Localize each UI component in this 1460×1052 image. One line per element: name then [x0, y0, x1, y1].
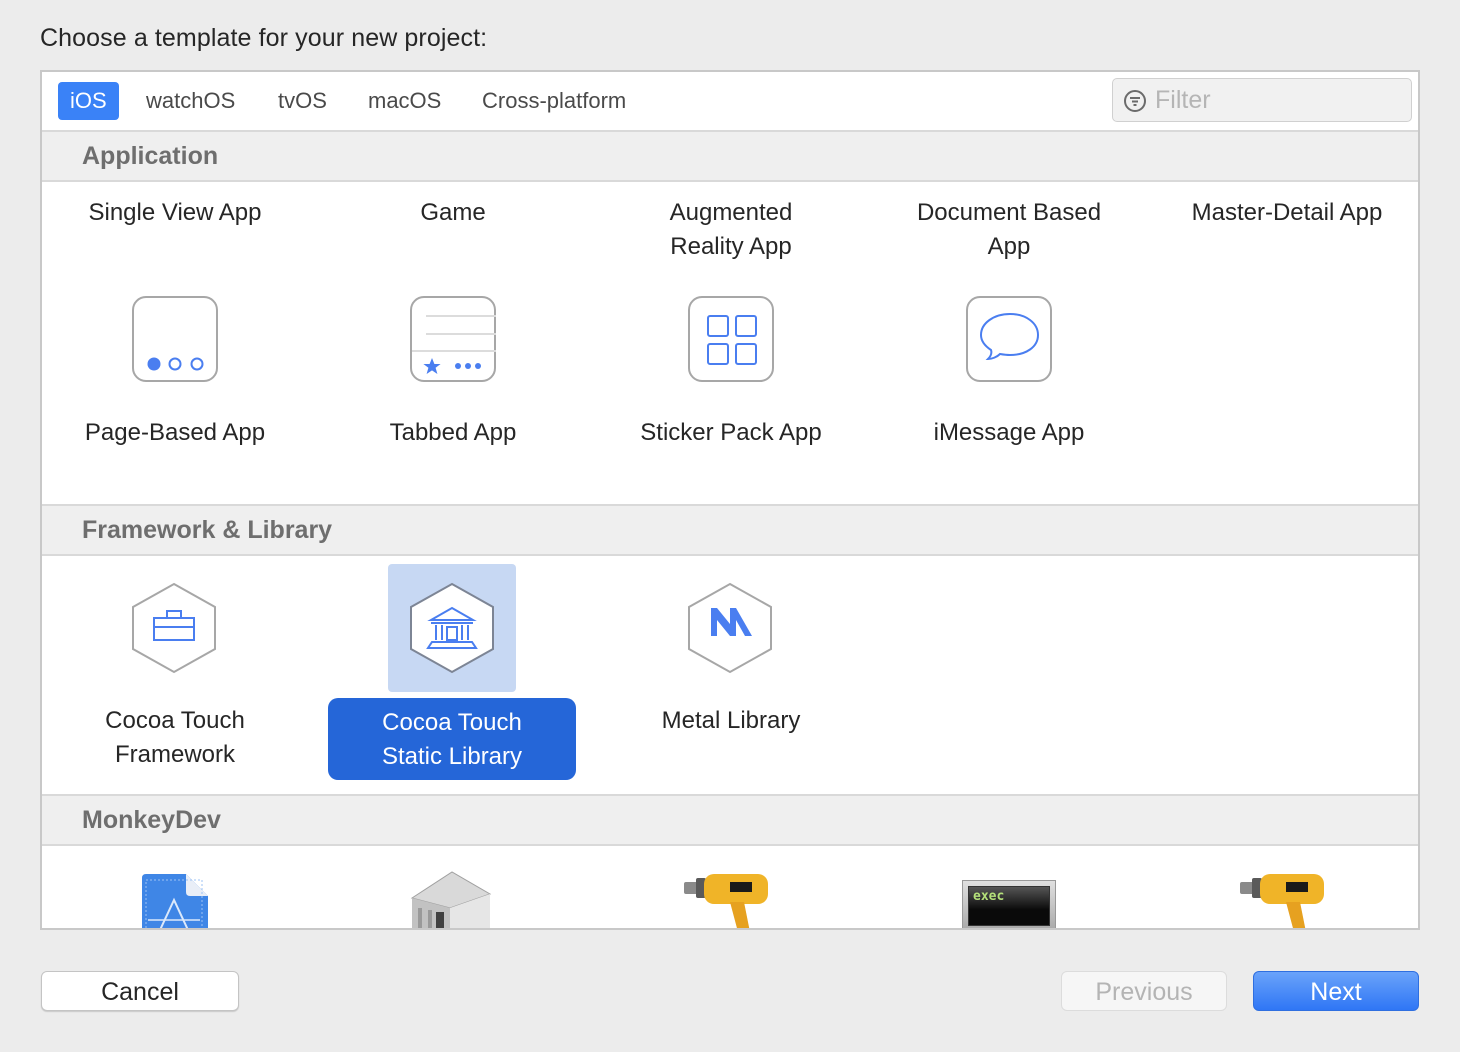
drill-icon[interactable]	[1238, 872, 1330, 930]
template-label: Tabbed App	[389, 419, 517, 446]
section-title: Application	[82, 142, 219, 170]
template-imessage-app-icon[interactable]	[966, 296, 1052, 382]
platform-tabbar: iOS watchOS tvOS macOS Cross-platform	[42, 72, 1418, 130]
template-document-based-app[interactable]: Document Based App	[870, 190, 1148, 270]
library-building-icon	[410, 582, 494, 674]
dialog-title: Choose a template for your new project:	[40, 24, 488, 52]
previous-button[interactable]: Previous	[1061, 971, 1227, 1011]
template-sticker-pack-app-icon[interactable]	[688, 296, 774, 382]
template-sticker-pack-app[interactable]: Sticker Pack App	[592, 410, 870, 456]
library-building-icon[interactable]	[406, 868, 494, 930]
template-single-view-app[interactable]: Single View App	[42, 190, 314, 236]
section-title: MonkeyDev	[82, 806, 221, 834]
template-tabbed-app-icon[interactable]	[410, 296, 496, 382]
cancel-button[interactable]: Cancel	[41, 971, 239, 1011]
tab-cross-platform[interactable]: Cross-platform	[470, 82, 638, 120]
template-imessage-app[interactable]: iMessage App	[870, 410, 1148, 456]
section-header-application: Application	[42, 130, 1418, 182]
section-header-framework-library: Framework & Library	[42, 504, 1418, 556]
tab-bar-icon	[412, 315, 496, 374]
exec-terminal-icon[interactable]: exec	[962, 880, 1056, 928]
section-title: Framework & Library	[82, 516, 333, 544]
template-metal-library[interactable]: Metal Library	[592, 698, 870, 744]
filter-field[interactable]	[1112, 78, 1412, 122]
template-page-based-app-icon[interactable]	[132, 296, 218, 382]
tab-macos[interactable]: macOS	[356, 82, 453, 120]
metal-icon	[688, 582, 772, 674]
exec-label: exec	[968, 886, 1050, 926]
template-cocoa-touch-framework[interactable]: Cocoa Touch Framework	[42, 698, 314, 778]
template-cocoa-touch-static-library-icon[interactable]	[388, 564, 516, 692]
message-bubble-icon	[979, 312, 1040, 361]
template-metal-library-icon[interactable]	[666, 564, 794, 692]
drill-icon[interactable]	[682, 872, 774, 930]
template-cocoa-touch-framework-icon[interactable]	[110, 564, 238, 692]
template-page-based-app[interactable]: Page-Based App	[42, 410, 314, 456]
template-label: Sticker Pack App	[640, 419, 822, 446]
sticker-grid-icon	[707, 315, 757, 365]
app-blueprint-icon[interactable]	[138, 872, 210, 930]
template-label: Metal Library	[661, 707, 801, 734]
template-cocoa-touch-static-library[interactable]: Cocoa Touch Static Library	[328, 698, 576, 780]
template-label: Augmented Reality App	[669, 199, 793, 260]
template-label: Cocoa Touch Framework	[105, 707, 245, 768]
template-tabbed-app[interactable]: Tabbed App	[314, 410, 592, 456]
tab-tvos[interactable]: tvOS	[266, 82, 339, 120]
next-button[interactable]: Next	[1253, 971, 1419, 1011]
filter-icon	[1124, 90, 1146, 112]
tab-ios[interactable]: iOS	[58, 82, 119, 120]
template-label: Page-Based App	[84, 419, 266, 446]
toolbox-icon	[132, 582, 216, 674]
filter-input[interactable]	[1155, 83, 1405, 117]
section-header-monkeydev: MonkeyDev	[42, 794, 1418, 846]
template-label: iMessage App	[933, 419, 1085, 446]
template-augmented-reality-app[interactable]: Augmented Reality App	[592, 190, 870, 270]
template-browser: iOS watchOS tvOS macOS Cross-platform Ap…	[40, 70, 1420, 930]
page-dots-icon	[147, 357, 204, 371]
template-label: Master-Detail App	[1191, 199, 1383, 226]
template-game[interactable]: Game	[314, 190, 592, 236]
template-label: Single View App	[88, 199, 262, 226]
template-label: Game	[420, 199, 486, 226]
tab-watchos[interactable]: watchOS	[134, 82, 247, 120]
template-master-detail-app[interactable]: Master-Detail App	[1148, 190, 1418, 236]
template-label: Document Based App	[916, 199, 1102, 260]
